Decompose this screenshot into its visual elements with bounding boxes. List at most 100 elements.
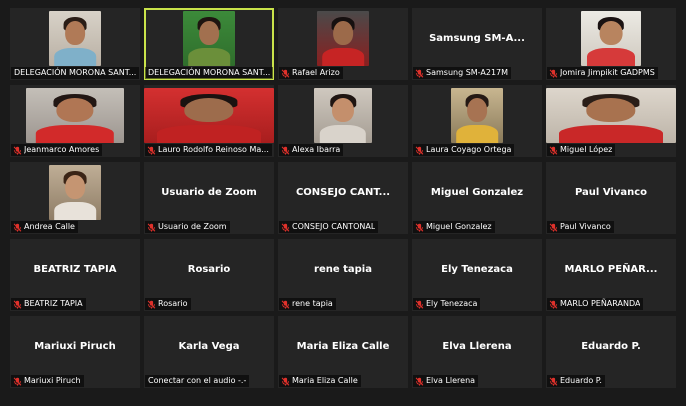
participant-video <box>581 11 641 66</box>
participant-tile[interactable]: Miguel Gonzalez Miguel Gonzalez <box>412 162 542 234</box>
participant-tile[interactable]: Jeanmarco Amores <box>10 85 140 157</box>
muted-microphone-icon <box>13 223 22 232</box>
muted-microphone-icon <box>415 146 424 155</box>
participant-name: CONSEJO CANTONAL <box>292 222 376 231</box>
participant-display-name: Karla Vega <box>178 340 240 352</box>
participant-name-label: DELEGACIÓN MORONA SANT... <box>11 67 140 79</box>
muted-microphone-icon <box>147 300 156 309</box>
participant-name: DELEGACIÓN MORONA SANT... <box>14 68 137 77</box>
muted-microphone-icon <box>415 223 424 232</box>
participant-name: Samsung SM-A217M <box>426 68 509 77</box>
participant-display-name: rene tapia <box>314 263 372 275</box>
participant-tile[interactable]: Alexa Ibarra <box>278 85 408 157</box>
participant-name: Elva Llerena <box>426 376 476 385</box>
participant-name-label: Maria Eliza Calle <box>279 375 361 387</box>
participant-tile[interactable]: Ely Tenezaca Ely Tenezaca <box>412 239 542 311</box>
participant-video <box>546 88 676 143</box>
participant-name: Alexa Ibarra <box>292 145 341 154</box>
participant-name-label: Ely Tenezaca <box>413 298 481 310</box>
participant-name: Eduardo P. <box>560 376 602 385</box>
participant-display-name: Eduardo P. <box>581 340 641 352</box>
participant-video <box>317 11 369 66</box>
participant-tile[interactable]: DELEGACIÓN MORONA SANT... <box>10 8 140 80</box>
muted-microphone-icon <box>147 146 156 155</box>
muted-microphone-icon <box>415 377 424 386</box>
participant-name-label: Jomira Jimpikit GADPMS <box>547 67 658 79</box>
muted-microphone-icon <box>549 69 558 78</box>
participant-name-label: Andrea Calle <box>11 221 78 233</box>
participant-video <box>49 165 101 220</box>
muted-microphone-icon <box>549 146 558 155</box>
participant-tile[interactable]: Laura Coyago Ortega <box>412 85 542 157</box>
participant-tile[interactable]: MARLO PEÑAR... MARLO PEÑARANDA <box>546 239 676 311</box>
participant-name-label: Lauro Rodolfo Reinoso Ma... <box>145 144 272 156</box>
muted-microphone-icon <box>13 300 22 309</box>
muted-microphone-icon <box>549 223 558 232</box>
participant-display-name: Paul Vivanco <box>574 186 647 198</box>
participant-display-name: Elva Llerena <box>442 340 512 352</box>
participant-name: Mariuxi Piruch <box>24 376 81 385</box>
participant-display-name: CONSEJO CANT... <box>295 186 391 198</box>
participant-name: Jomira Jimpikit GADPMS <box>560 68 655 77</box>
participant-display-name: Mariuxi Piruch <box>34 340 116 352</box>
participant-video <box>26 88 124 143</box>
participant-tile[interactable]: Eduardo P. Eduardo P. <box>546 316 676 388</box>
participant-tile[interactable]: Paul Vivanco Paul Vivanco <box>546 162 676 234</box>
participant-name-label: Elva Llerena <box>413 375 479 387</box>
participant-name-label: Rosario <box>145 298 191 310</box>
participant-name: Usuario de Zoom <box>158 222 227 231</box>
muted-microphone-icon <box>549 300 558 309</box>
participant-tile[interactable]: Mariuxi Piruch Mariuxi Piruch <box>10 316 140 388</box>
participant-tile[interactable]: Andrea Calle <box>10 162 140 234</box>
participant-tile[interactable]: Rosario Rosario <box>144 239 274 311</box>
participant-video <box>314 88 372 143</box>
participant-name-label: Laura Coyago Ortega <box>413 144 515 156</box>
participant-tile[interactable]: Samsung SM-A... Samsung SM-A217M <box>412 8 542 80</box>
participant-display-name: Rosario <box>187 263 231 275</box>
participant-name-label: BEATRIZ TAPIA <box>11 298 86 310</box>
participant-name: Andrea Calle <box>24 222 75 231</box>
participant-name: BEATRIZ TAPIA <box>24 299 83 308</box>
participant-tile[interactable]: Usuario de Zoom Usuario de Zoom <box>144 162 274 234</box>
participant-tile[interactable]: CONSEJO CANT... CONSEJO CANTONAL <box>278 162 408 234</box>
participant-name: Conectar con el audio -.- <box>148 376 247 385</box>
muted-microphone-icon <box>147 223 156 232</box>
muted-microphone-icon <box>13 146 22 155</box>
participant-name-label: Miguel López <box>547 144 616 156</box>
participant-name-label: rene tapia <box>279 298 336 310</box>
participant-name: Jeanmarco Amores <box>24 145 100 154</box>
participant-name-label: CONSEJO CANTONAL <box>279 221 379 233</box>
participant-display-name: BEATRIZ TAPIA <box>33 263 117 275</box>
participant-name: Rosario <box>158 299 188 308</box>
participant-tile[interactable]: rene tapia rene tapia <box>278 239 408 311</box>
muted-microphone-icon <box>415 300 424 309</box>
participant-gallery-grid: DELEGACIÓN MORONA SANT... DELEGACIÓN MORO… <box>10 8 676 388</box>
participant-tile[interactable]: Miguel López <box>546 85 676 157</box>
participant-tile[interactable]: Lauro Rodolfo Reinoso Ma... <box>144 85 274 157</box>
muted-microphone-icon <box>281 300 290 309</box>
participant-name: Miguel Gonzalez <box>426 222 492 231</box>
participant-name: rene tapia <box>292 299 333 308</box>
participant-name-label: Conectar con el audio -.- <box>145 375 250 387</box>
participant-tile[interactable]: DELEGACIÓN MORONA SANT... <box>144 8 274 80</box>
participant-tile[interactable]: Rafael Arizo <box>278 8 408 80</box>
participant-video <box>144 88 274 143</box>
participant-name: Maria Eliza Calle <box>292 376 358 385</box>
participant-name-label: MARLO PEÑARANDA <box>547 298 644 310</box>
participant-video <box>451 88 503 143</box>
participant-name: Ely Tenezaca <box>426 299 478 308</box>
muted-microphone-icon <box>13 377 22 386</box>
participant-name-label: Miguel Gonzalez <box>413 221 495 233</box>
participant-tile[interactable]: Jomira Jimpikit GADPMS <box>546 8 676 80</box>
participant-tile[interactable]: Maria Eliza Calle Maria Eliza Calle <box>278 316 408 388</box>
muted-microphone-icon <box>281 377 290 386</box>
muted-microphone-icon <box>281 146 290 155</box>
participant-tile[interactable]: Elva Llerena Elva Llerena <box>412 316 542 388</box>
participant-tile[interactable]: Karla Vega Conectar con el audio -.- <box>144 316 274 388</box>
participant-name: Miguel López <box>560 145 613 154</box>
participant-name: MARLO PEÑARANDA <box>560 299 641 308</box>
participant-name-label: Jeanmarco Amores <box>11 144 103 156</box>
participant-display-name: Usuario de Zoom <box>161 186 257 198</box>
participant-video <box>49 11 101 66</box>
participant-tile[interactable]: BEATRIZ TAPIA BEATRIZ TAPIA <box>10 239 140 311</box>
